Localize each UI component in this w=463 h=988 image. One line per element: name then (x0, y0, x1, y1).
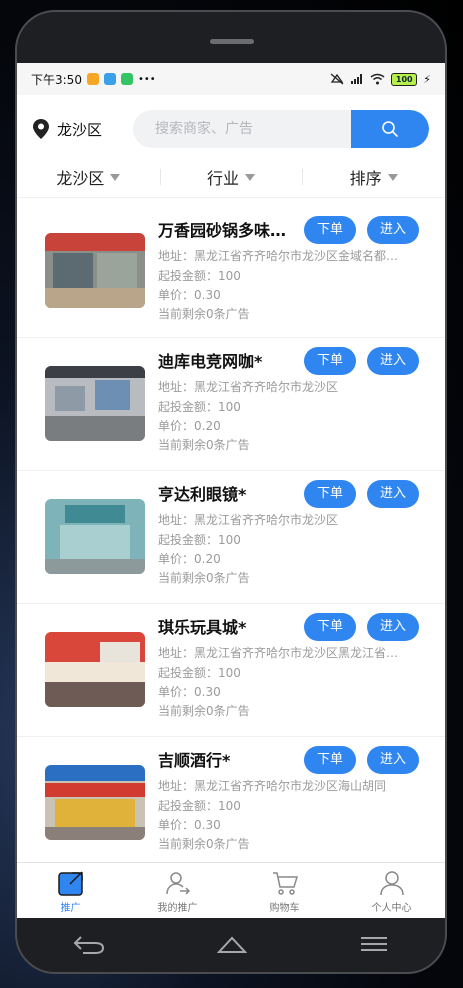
cart-icon (272, 872, 298, 895)
battery-indicator: 100 (391, 72, 418, 86)
filter-label: 排序 (349, 169, 382, 188)
system-nav-bar (17, 916, 445, 972)
bottom-tab-bar: 推广 我的推广 购物车 个人中心 (17, 862, 445, 918)
merchant-item[interactable]: 琪乐玩具城* 下单 进入 地址：黑龙江省齐齐哈尔市龙沙区黑龙江省… 起投金额：1… (17, 604, 445, 737)
tab-label: 购物车 (269, 903, 300, 914)
merchant-unit-price: 单价：0.30 (158, 288, 221, 302)
merchant-photo (45, 499, 145, 574)
phone-frame: 下午3:50 ••• 100 ⚡ 龙沙区 搜索商家、广告 龙沙区 行业 排序 万… (15, 10, 447, 974)
merchant-remaining-ads: 当前剩余0条广告 (158, 571, 250, 585)
enter-button[interactable]: 进入 (367, 746, 419, 774)
order-button[interactable]: 下单 (304, 746, 356, 774)
tab-promote[interactable]: 推广 (17, 863, 124, 918)
merchant-remaining-ads: 当前剩余0条广告 (158, 438, 250, 452)
signal-icon (351, 74, 363, 84)
enter-button[interactable]: 进入 (367, 347, 419, 375)
dropdown-triangle-icon (245, 173, 256, 181)
merchant-photo (45, 233, 145, 308)
search-box (133, 110, 429, 148)
merchant-photo (45, 366, 145, 441)
search-icon (382, 121, 398, 137)
enter-button[interactable]: 进入 (367, 613, 419, 641)
merchant-name: 亨达利眼镜* (158, 485, 247, 504)
location-pin-icon (33, 119, 49, 139)
filter-bar: 龙沙区 行业 排序 (17, 157, 445, 198)
more-notifications: ••• (137, 73, 156, 85)
speaker (210, 39, 254, 44)
merchant-name: 迪库电竞网咖* (158, 352, 263, 371)
dropdown-triangle-icon (387, 173, 398, 181)
merchant-min-amount: 起投金额：100 (158, 666, 241, 680)
charging-icon: ⚡ (423, 72, 431, 86)
merchant-item[interactable]: 万香园砂锅多味… 下单 进入 地址：黑龙江省齐齐哈尔市龙沙区金域名都… 起投金额… (17, 207, 445, 338)
notification-app-icon (103, 73, 116, 85)
merchant-address: 地址：黑龙江省齐齐哈尔市龙沙区 (158, 380, 339, 394)
merchant-item[interactable]: 迪库电竞网咖* 下单 进入 地址：黑龙江省齐齐哈尔市龙沙区 起投金额：100 单… (17, 338, 445, 471)
merchant-unit-price: 单价：0.20 (158, 552, 221, 566)
location-name: 龙沙区 (57, 120, 103, 139)
merchant-photo (45, 765, 145, 840)
filter-label: 龙沙区 (56, 169, 105, 188)
search-button[interactable] (351, 110, 429, 148)
merchant-item[interactable]: 亨达利眼镜* 下单 进入 地址：黑龙江省齐齐哈尔市龙沙区 起投金额：100 单价… (17, 471, 445, 604)
status-bar: 下午3:50 ••• 100 ⚡ (17, 63, 445, 95)
enter-button[interactable]: 进入 (367, 480, 419, 508)
merchant-name: 吉顺酒行* (158, 751, 231, 770)
merchant-name: 万香园砂锅多味… (158, 221, 287, 240)
search-row: 龙沙区 (17, 95, 445, 149)
notification-app-icon (86, 73, 99, 85)
merchant-unit-price: 单价：0.30 (158, 818, 221, 832)
merchant-name: 琪乐玩具城* (158, 618, 247, 637)
home-icon[interactable] (217, 934, 247, 954)
tab-profile[interactable]: 个人中心 (338, 863, 445, 918)
merchant-item[interactable]: 吉顺酒行* 下单 进入 地址：黑龙江省齐齐哈尔市龙沙区海山胡同 起投金额：100… (17, 737, 445, 863)
promote-icon (57, 871, 83, 896)
merchant-address: 地址：黑龙江省齐齐哈尔市龙沙区海山胡同 (158, 779, 387, 793)
status-time: 下午3:50 (31, 72, 82, 87)
order-button[interactable]: 下单 (304, 347, 356, 375)
tab-label: 推广 (60, 903, 81, 914)
merchant-remaining-ads: 当前剩余0条广告 (158, 837, 250, 851)
merchant-list: 万香园砂锅多味… 下单 进入 地址：黑龙江省齐齐哈尔市龙沙区金域名都… 起投金额… (17, 207, 445, 863)
merchant-address: 地址：黑龙江省齐齐哈尔市龙沙区黑龙江省… (158, 646, 399, 660)
order-button[interactable]: 下单 (304, 216, 356, 244)
mute-icon (330, 73, 344, 85)
tab-label: 我的推广 (157, 903, 198, 914)
back-icon[interactable] (73, 934, 105, 954)
merchant-min-amount: 起投金额：100 (158, 533, 241, 547)
tab-cart[interactable]: 购物车 (231, 863, 338, 918)
notification-app-icon (120, 73, 133, 85)
order-button[interactable]: 下单 (304, 613, 356, 641)
search-input[interactable] (133, 110, 351, 148)
tab-my-promote[interactable]: 我的推广 (124, 863, 231, 918)
order-button[interactable]: 下单 (304, 480, 356, 508)
merchant-remaining-ads: 当前剩余0条广告 (158, 307, 250, 321)
merchant-unit-price: 单价：0.30 (158, 685, 221, 699)
dropdown-triangle-icon (110, 173, 121, 181)
app-screen: 下午3:50 ••• 100 ⚡ 龙沙区 搜索商家、广告 龙沙区 行业 排序 万… (17, 63, 445, 918)
location-selector[interactable]: 龙沙区 (33, 119, 133, 140)
wifi-icon (370, 73, 385, 85)
user-icon (379, 871, 404, 896)
merchant-remaining-ads: 当前剩余0条广告 (158, 704, 250, 718)
filter-sort[interactable]: 排序 (302, 165, 445, 189)
filter-label: 行业 (207, 169, 240, 188)
merchant-min-amount: 起投金额：100 (158, 799, 241, 813)
menu-icon[interactable] (359, 934, 389, 954)
merchant-photo (45, 632, 145, 707)
filter-industry[interactable]: 行业 (159, 165, 303, 189)
merchant-address: 地址：黑龙江省齐齐哈尔市龙沙区 (158, 513, 339, 527)
my-promote-icon (165, 872, 190, 895)
merchant-unit-price: 单价：0.20 (158, 419, 221, 433)
filter-district[interactable]: 龙沙区 (17, 165, 160, 189)
merchant-min-amount: 起投金额：100 (158, 400, 241, 414)
merchant-min-amount: 起投金额：100 (158, 269, 241, 283)
merchant-address: 地址：黑龙江省齐齐哈尔市龙沙区金域名都… (158, 249, 399, 263)
enter-button[interactable]: 进入 (367, 216, 419, 244)
tab-label: 个人中心 (371, 903, 412, 914)
